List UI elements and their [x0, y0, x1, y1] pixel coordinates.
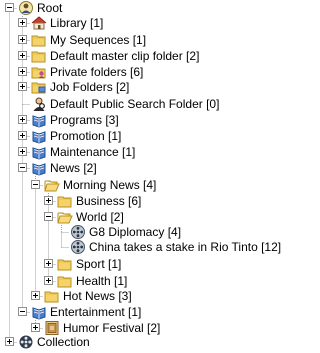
- expand-toggle[interactable]: [18, 18, 27, 27]
- programs-icon: [31, 160, 47, 176]
- collection-reel-icon: [18, 334, 34, 350]
- collapse-toggle[interactable]: [5, 3, 14, 12]
- collapse-toggle[interactable]: [18, 163, 27, 172]
- tree-node-label[interactable]: Maintenance [1]: [49, 145, 136, 159]
- collapse-toggle[interactable]: [31, 180, 40, 189]
- tree-node-news[interactable]: News [2]: [0, 159, 298, 177]
- expand-toggle[interactable]: [18, 147, 27, 156]
- job-folder-icon: [31, 79, 47, 95]
- tree-node-label[interactable]: Entertainment [1]: [49, 305, 142, 319]
- tree-node-collection[interactable]: Collection: [0, 333, 298, 351]
- expand-toggle[interactable]: [18, 82, 27, 91]
- folder-icon: [57, 193, 73, 209]
- programs-icon: [31, 144, 47, 160]
- tree-node-label[interactable]: Sport [1]: [75, 257, 122, 271]
- programs-icon: [31, 128, 47, 144]
- expand-toggle[interactable]: [18, 67, 27, 76]
- tree-node-label[interactable]: World [2]: [75, 210, 125, 224]
- expand-toggle[interactable]: [18, 35, 27, 44]
- open-folder-icon: [44, 177, 60, 193]
- tree-node-label[interactable]: Promotion [1]: [49, 129, 122, 143]
- programs-icon: [31, 304, 47, 320]
- tree-node-label[interactable]: Root: [36, 1, 63, 15]
- collapse-toggle[interactable]: [18, 307, 27, 316]
- search-user-icon: [31, 96, 47, 112]
- expand-toggle[interactable]: [18, 51, 27, 60]
- programs-icon: [31, 112, 47, 128]
- collapse-toggle[interactable]: [44, 212, 53, 221]
- folder-icon: [44, 288, 60, 304]
- tree-node-label[interactable]: Library [1]: [49, 16, 104, 30]
- tree-node-label[interactable]: Morning News [4]: [62, 178, 157, 192]
- tree-node-label[interactable]: Hot News [3]: [62, 289, 133, 303]
- tree-node-label[interactable]: Default master clip folder [2]: [49, 49, 200, 63]
- folder-icon: [31, 32, 47, 48]
- tree-node-label[interactable]: My Sequences [1]: [49, 33, 147, 47]
- tree-node-library[interactable]: Library [1]: [0, 14, 298, 32]
- expand-toggle[interactable]: [31, 323, 40, 332]
- expand-toggle[interactable]: [18, 131, 27, 140]
- expand-toggle[interactable]: [31, 291, 40, 300]
- tree-node-label[interactable]: Default Public Search Folder [0]: [49, 97, 220, 111]
- expand-toggle[interactable]: [44, 259, 53, 268]
- tree-node-label[interactable]: Programs [3]: [49, 113, 120, 127]
- tree-node-sport[interactable]: Sport [1]: [0, 255, 298, 273]
- folder-tree: Root Library [1] My Sequences [1] Default m…: [0, 0, 298, 350]
- film-reel-icon: [70, 239, 86, 255]
- tree-node-label[interactable]: Health [1]: [75, 274, 128, 288]
- folder-icon: [31, 48, 47, 64]
- tree-node-label[interactable]: China takes a stake in Rio Tinto [12]: [88, 240, 282, 254]
- tree-node-label[interactable]: News [2]: [49, 161, 98, 175]
- expand-toggle[interactable]: [44, 276, 53, 285]
- tree-node-china-takes-a-stake-in-rio-tinto[interactable]: China takes a stake in Rio Tinto [12]: [0, 238, 298, 256]
- folder-icon: [57, 256, 73, 272]
- expand-toggle[interactable]: [18, 115, 27, 124]
- tree-node-label[interactable]: Business [6]: [75, 194, 142, 208]
- expand-toggle[interactable]: [44, 196, 53, 205]
- tree-node-label[interactable]: G8 Diplomacy [4]: [88, 225, 182, 239]
- tree-node-job-folders[interactable]: Job Folders [2]: [0, 78, 298, 96]
- tree-node-label[interactable]: Collection: [36, 335, 91, 349]
- expand-toggle[interactable]: [5, 337, 14, 346]
- tree-node-label[interactable]: Job Folders [2]: [49, 80, 130, 94]
- tree-node-label[interactable]: Private folders [6]: [49, 65, 144, 79]
- library-house-icon: [31, 15, 47, 31]
